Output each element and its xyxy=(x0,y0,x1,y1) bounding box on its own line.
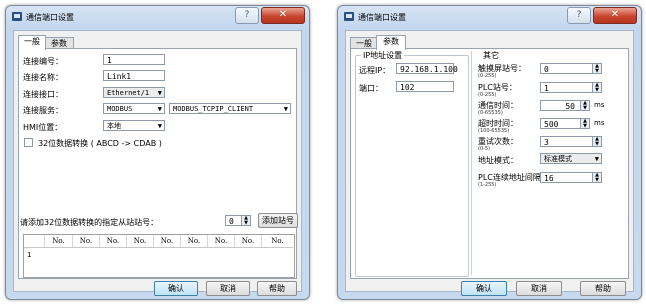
chevron-down-icon: ▼ xyxy=(157,122,162,130)
app-icon xyxy=(12,12,22,21)
retry-range: (0-5) xyxy=(478,146,491,152)
link-no-label: 连接编号： xyxy=(23,57,63,66)
column-header[interactable]: No. xyxy=(45,235,73,248)
plc-station-spinner[interactable]: ▲ ▼ xyxy=(592,82,602,93)
column-header[interactable]: No. xyxy=(208,235,235,248)
chevron-down-icon: ▼ xyxy=(594,155,599,163)
link-service-value: MODBUS xyxy=(107,105,133,113)
hmi-pos-label: HMI位置： xyxy=(23,123,63,132)
plc-interval-range: (1-255) xyxy=(478,182,497,188)
other-group-title: 其它 xyxy=(481,50,501,61)
add-station-button[interactable]: 添加站号 xyxy=(258,213,298,228)
link-service-select[interactable]: MODBUS ▼ xyxy=(103,103,165,114)
comm-time-range: (0-65535) xyxy=(478,110,503,116)
slave-station-prompt: 请添加32位数据转换的指定从站站号： xyxy=(20,218,159,227)
comm-time-spinner[interactable]: ▲ ▼ xyxy=(580,100,590,111)
dialog-client: 一般 参数 IP地址设置 远程IP： 92.168.1.100 端口： 102 … xyxy=(345,30,634,296)
addr-mode-select[interactable]: 标准模式 ▼ xyxy=(540,153,602,164)
port-settings-dialog-params: 通信端口设置 ? ✕ 一般 参数 IP地址设置 远程IP： 92.168.1.1… xyxy=(337,5,642,300)
data-convert-checkbox[interactable] xyxy=(24,138,33,147)
ok-button[interactable]: 确认 xyxy=(461,281,507,296)
link-port-label: 连接接口： xyxy=(23,90,63,99)
other-settings-group: 其它 触摸屏站号： (0-255) 0 ▲ ▼ PLC站号： (0-255) 1 … xyxy=(475,50,628,277)
help-title-button[interactable]: ? xyxy=(567,7,591,24)
group-divider xyxy=(471,51,472,275)
help-title-button[interactable]: ? xyxy=(235,7,259,24)
data-convert-label: 32位数据转换 ( ABCD -> CDAB ) xyxy=(38,139,162,148)
remote-ip-label: 远程IP： xyxy=(359,66,391,75)
column-header[interactable]: No. xyxy=(100,235,127,248)
station-table: No. No. No. No. No. No. No. No. No. 1 xyxy=(23,234,295,278)
chevron-down-icon: ▼ xyxy=(283,105,288,113)
remote-ip-input[interactable]: 92.168.1.100 xyxy=(396,63,458,74)
chevron-down-icon: ▼ xyxy=(157,89,162,97)
close-button[interactable]: ✕ xyxy=(593,7,637,24)
link-service-label: 连接服务： xyxy=(23,106,63,115)
port-label: 端口： xyxy=(359,84,383,93)
addr-mode-value: 标准模式 xyxy=(544,155,572,163)
chevron-down-icon: ▼ xyxy=(157,105,162,113)
ip-settings-group: IP地址设置 远程IP： 92.168.1.100 端口： 102 xyxy=(355,50,469,277)
link-name-input[interactable]: Link1 xyxy=(103,70,165,81)
dialog-title: 通信端口设置 xyxy=(358,13,406,22)
column-header[interactable]: No. xyxy=(127,235,154,248)
tab-panel-params: IP地址设置 远程IP： 92.168.1.100 端口： 102 其它 触摸屏… xyxy=(350,48,629,279)
link-name-label: 连接名称： xyxy=(23,73,63,82)
table-corner xyxy=(24,235,45,248)
column-header[interactable]: No. xyxy=(73,235,100,248)
port-settings-dialog-general: 通信端口设置 ? ✕ 一般 参数 连接编号： 1 连接名称： Link1 连接接… xyxy=(5,5,310,300)
tab-general[interactable]: 一般 xyxy=(18,35,46,50)
retry-spinner[interactable]: ▲ ▼ xyxy=(592,136,602,147)
screen-station-spinner[interactable]: ▲ ▼ xyxy=(592,63,602,74)
title-bar[interactable]: 通信端口设置 ? ✕ xyxy=(6,6,309,28)
help-button[interactable]: 帮助 xyxy=(257,281,297,296)
link-port-select[interactable]: Ethernet/1 ▼ xyxy=(103,87,165,98)
column-header[interactable]: No. xyxy=(154,235,181,248)
dialog-client: 一般 参数 连接编号： 1 连接名称： Link1 连接接口： Ethernet… xyxy=(13,30,302,296)
link-service-mode-value: MODBUS_TCPIP_CLIENT xyxy=(173,105,254,113)
cancel-button[interactable]: 取消 xyxy=(206,281,250,296)
timeout-unit: ms xyxy=(594,119,605,127)
link-no-input[interactable]: 1 xyxy=(103,54,165,65)
port-input[interactable]: 102 xyxy=(396,81,454,92)
slave-station-spinner[interactable]: ▲ ▼ xyxy=(241,215,251,226)
column-header[interactable]: No. xyxy=(235,235,262,248)
timeout-spinner[interactable]: ▲ ▼ xyxy=(580,118,590,129)
ip-group-title: IP地址设置 xyxy=(361,50,405,61)
hmi-pos-select[interactable]: 本地 ▼ xyxy=(103,120,165,131)
close-button[interactable]: ✕ xyxy=(261,7,305,24)
dialog-title: 通信端口设置 xyxy=(26,13,74,22)
help-button[interactable]: 帮助 xyxy=(580,281,626,296)
screen-station-range: (0-255) xyxy=(478,73,497,79)
ok-button[interactable]: 确认 xyxy=(154,281,198,296)
cancel-button[interactable]: 取消 xyxy=(516,281,562,296)
link-port-value: Ethernet/1 xyxy=(107,89,150,97)
link-service-mode-select[interactable]: MODBUS_TCPIP_CLIENT ▼ xyxy=(169,103,291,114)
comm-time-unit: ms xyxy=(594,101,605,109)
timeout-range: (100-65535) xyxy=(478,128,510,134)
addr-mode-label: 地址模式： xyxy=(478,156,518,165)
tab-panel-general: 连接编号： 1 连接名称： Link1 连接接口： Ethernet/1 ▼ 连… xyxy=(18,48,298,279)
app-icon xyxy=(344,12,354,21)
plc-interval-spinner[interactable]: ▲ ▼ xyxy=(592,172,602,183)
plc-station-range: (0-255) xyxy=(478,92,497,98)
hmi-pos-value: 本地 xyxy=(107,122,121,130)
column-header[interactable]: No. xyxy=(181,235,208,248)
column-header[interactable]: No. xyxy=(262,235,293,248)
row-header[interactable]: 1 xyxy=(27,251,31,259)
title-bar[interactable]: 通信端口设置 ? ✕ xyxy=(338,6,641,28)
tab-params[interactable]: 参数 xyxy=(376,35,406,50)
